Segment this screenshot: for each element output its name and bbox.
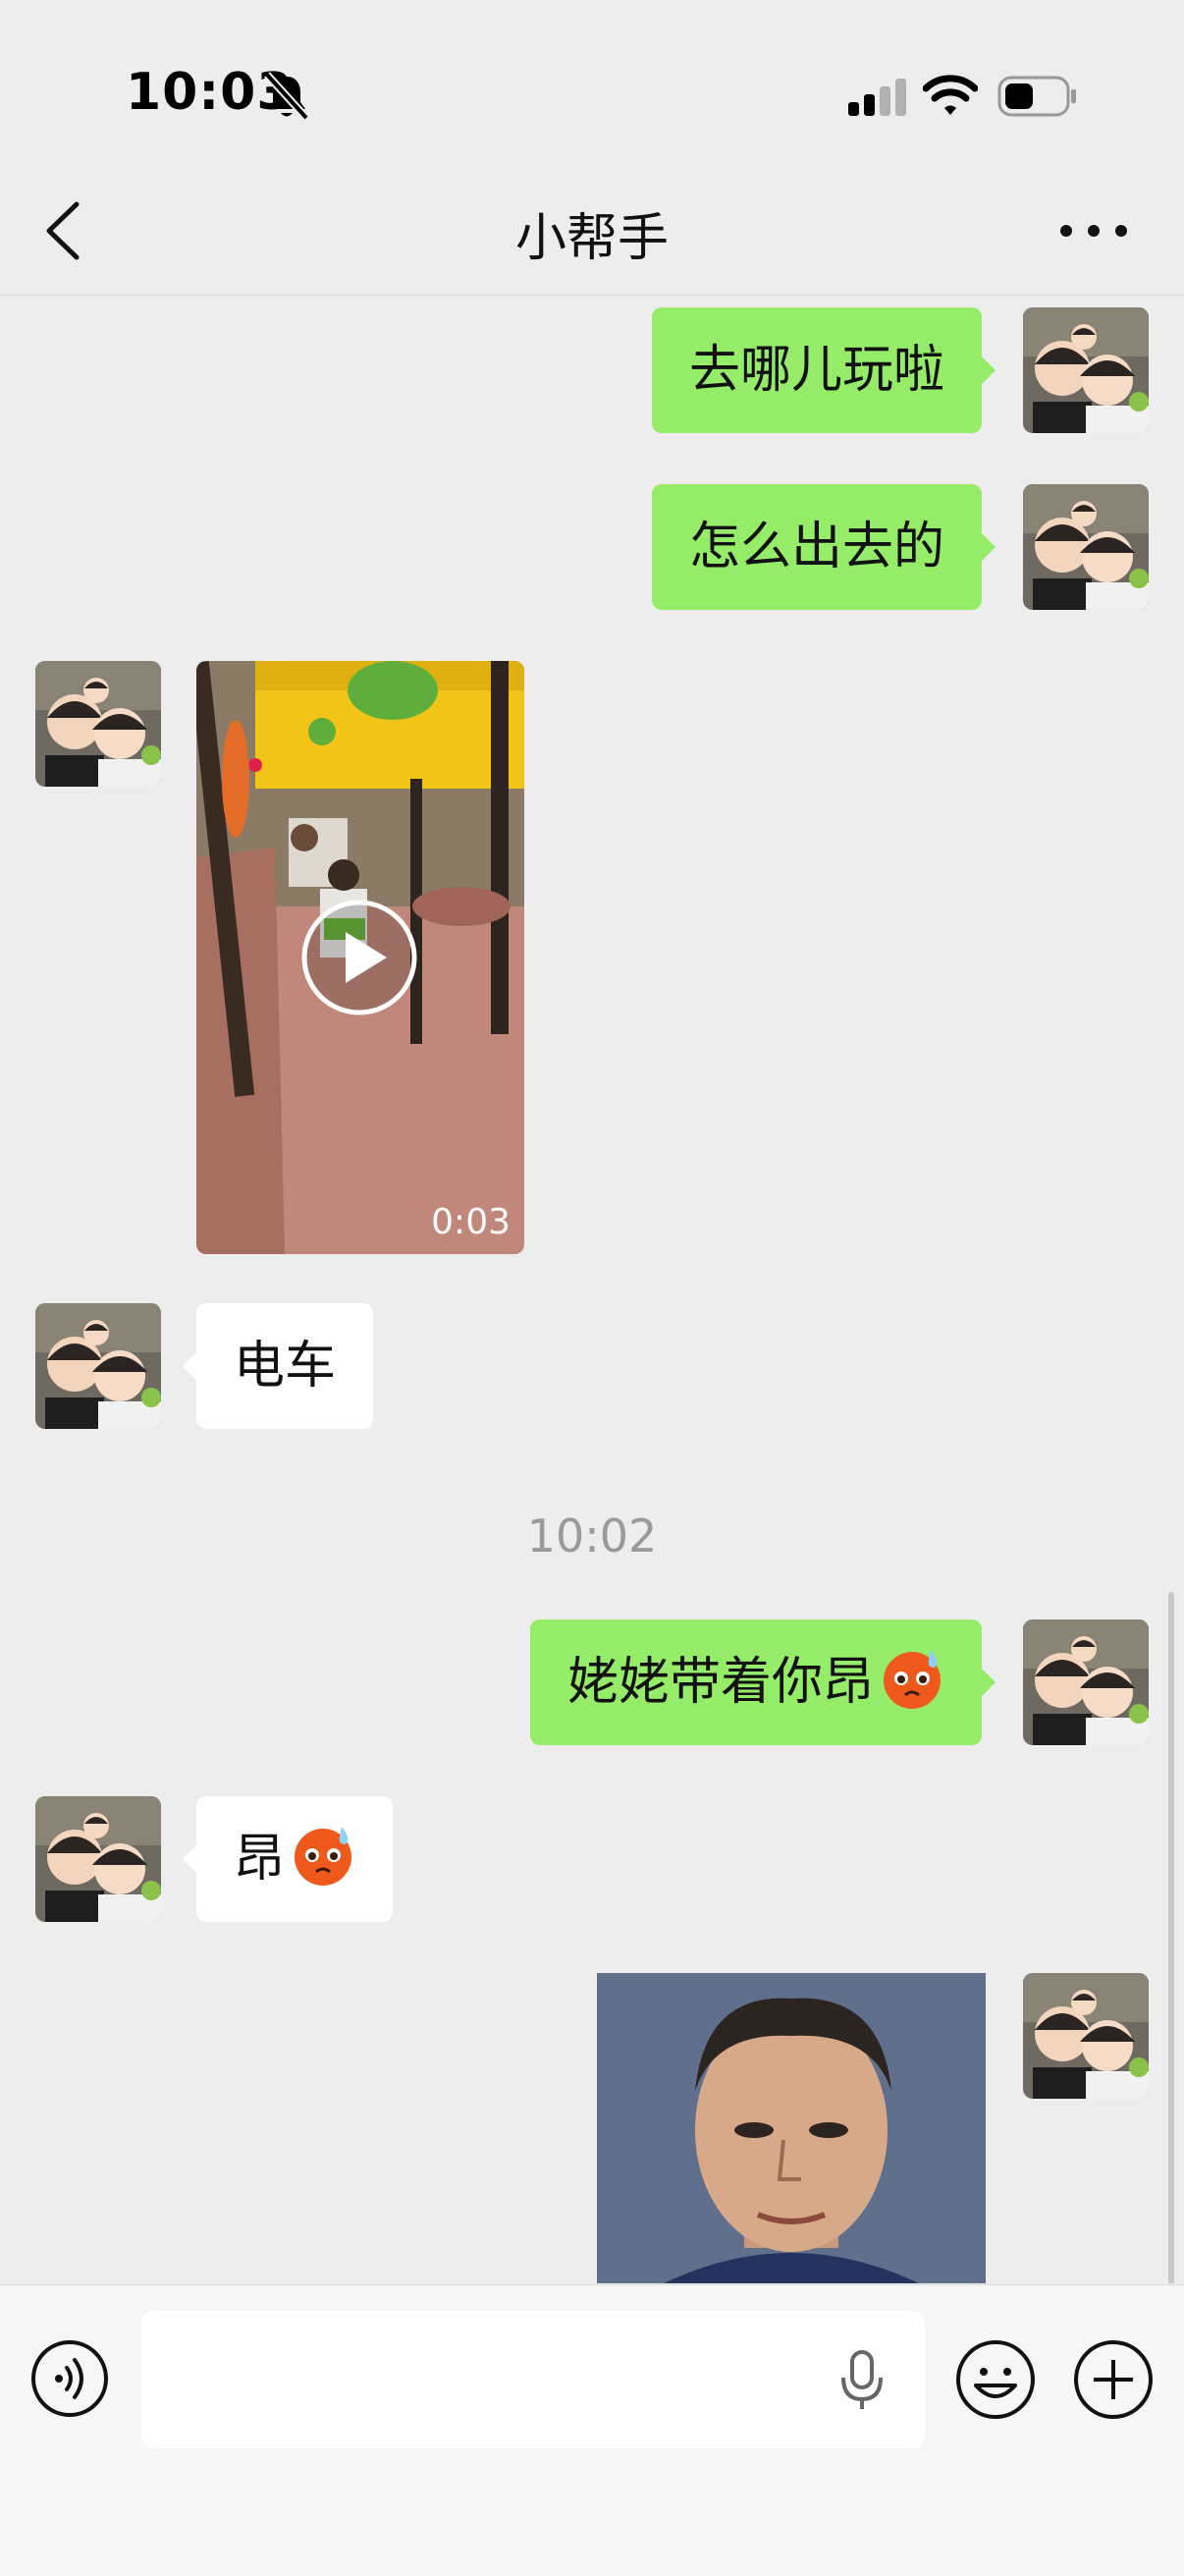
contact-avatar[interactable] [35, 661, 161, 787]
message-bubble-received[interactable]: 昂 [182, 1796, 394, 1922]
scroll-indicator[interactable] [1168, 1592, 1174, 2283]
message-text: 电车 [234, 1337, 337, 1396]
message-text: 昂 [234, 1830, 286, 1889]
wifi-icon [923, 75, 978, 115]
image-message[interactable] [597, 1973, 986, 2283]
message-bubble-sent[interactable]: 姥姥带着你昂 [529, 1619, 996, 1745]
my-avatar[interactable] [1023, 1973, 1149, 2099]
battery-icon [997, 76, 1076, 117]
video-message[interactable]: 0:03 [196, 661, 524, 1254]
mute-bell-icon [264, 72, 309, 121]
my-avatar[interactable] [1023, 1619, 1149, 1745]
more-options-icon[interactable] [1056, 206, 1131, 255]
chat-title: 小帮手 [514, 209, 669, 268]
status-bar: 10:03 [0, 0, 1184, 167]
play-icon[interactable] [300, 899, 418, 1016]
message-text: 姥姥带着你昂 [566, 1653, 874, 1712]
nav-bar: 小帮手 [0, 167, 1184, 296]
message-bubble-sent[interactable]: 怎么出去的 [651, 484, 996, 610]
message-text: 怎么出去的 [688, 518, 944, 576]
chat-history[interactable]: 去哪儿玩啦 怎么出去的 0:03 电车 10:02 姥姥带着你昂 昂 [0, 296, 1184, 2283]
cold-sweat-emoji-icon [884, 1650, 941, 1709]
cellular-signal-icon [848, 79, 906, 116]
message-timestamp: 10:02 [526, 1509, 658, 1562]
message-input[interactable] [141, 2311, 925, 2448]
message-bubble-sent[interactable]: 去哪儿玩啦 [651, 307, 996, 433]
more-functions-plus-button[interactable] [1072, 2338, 1155, 2421]
message-bubble-received[interactable]: 电车 [182, 1303, 374, 1429]
portrait-photo [597, 1973, 986, 2283]
contact-avatar[interactable] [35, 1796, 161, 1922]
video-duration: 0:03 [431, 1202, 511, 1242]
my-avatar[interactable] [1023, 484, 1149, 610]
microphone-icon[interactable] [838, 2350, 886, 2411]
voice-mode-button[interactable] [29, 2338, 110, 2419]
contact-avatar[interactable] [35, 1303, 161, 1429]
message-text: 去哪儿玩啦 [688, 341, 944, 400]
input-bar [0, 2284, 1184, 2576]
my-avatar[interactable] [1023, 307, 1149, 433]
emoji-button[interactable] [954, 2338, 1037, 2421]
cold-sweat-emoji-icon [295, 1827, 352, 1886]
